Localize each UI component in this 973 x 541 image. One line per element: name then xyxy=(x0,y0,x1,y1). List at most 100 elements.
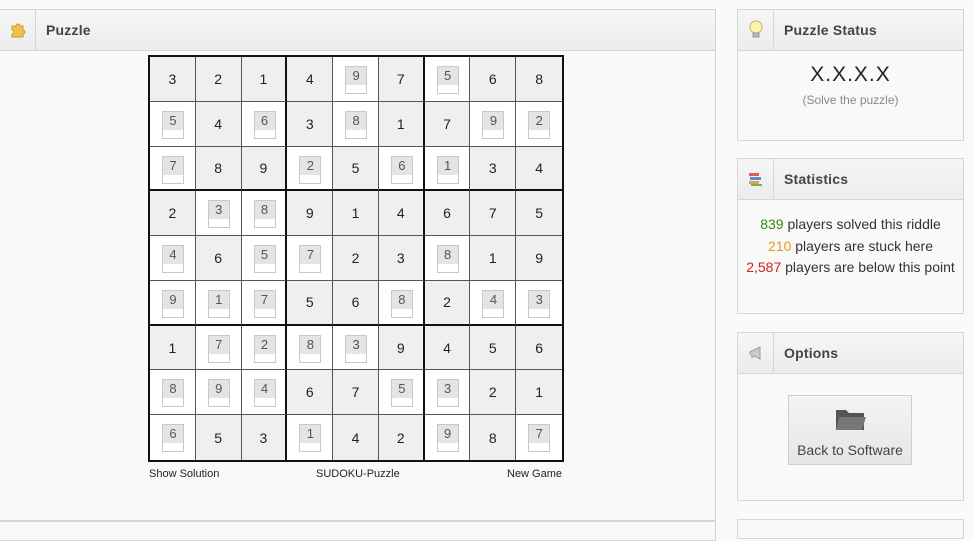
cell-input-box[interactable]: 7 xyxy=(207,334,230,363)
cell-input-box[interactable]: 5 xyxy=(436,66,459,94)
cell-input-box[interactable]: 1 xyxy=(207,289,230,318)
cell-input-box[interactable]: 6 xyxy=(390,155,413,184)
sudoku-cell-input[interactable]: 3 xyxy=(424,370,471,416)
below-count: 2,587 xyxy=(746,259,782,275)
sudoku-cell-given: 6 xyxy=(333,280,379,326)
sudoku-cell-given: 2 xyxy=(150,191,196,237)
puzzle-panel-title: Puzzle xyxy=(46,22,91,38)
cell-input-box[interactable]: 3 xyxy=(436,379,459,408)
sudoku-cell-input[interactable]: 1 xyxy=(424,146,471,192)
sudoku-cell-input[interactable]: 4 xyxy=(241,370,288,416)
sudoku-cell-input[interactable]: 7 xyxy=(195,325,242,371)
cell-input-box[interactable]: 3 xyxy=(207,200,230,229)
sudoku-cell-given: 7 xyxy=(378,57,425,102)
sudoku-cell-input[interactable]: 9 xyxy=(333,57,379,102)
new-game-link[interactable]: New Game xyxy=(507,468,562,480)
sudoku-cell-given: 2 xyxy=(195,57,242,102)
sudoku-cell-input[interactable]: 9 xyxy=(424,415,471,460)
sudoku-cell-input[interactable]: 7 xyxy=(150,146,196,192)
cell-input-box[interactable]: 8 xyxy=(436,245,459,274)
show-solution-link[interactable]: Show Solution xyxy=(149,468,219,480)
cell-input-value: 2 xyxy=(529,111,550,130)
cell-input-value: 1 xyxy=(300,425,321,444)
sudoku-cell-input[interactable]: 7 xyxy=(241,280,288,326)
cell-input-box[interactable]: 6 xyxy=(253,110,276,139)
cell-input-value: 9 xyxy=(483,111,504,130)
cell-input-value: 6 xyxy=(391,156,412,175)
cell-input-box[interactable]: 9 xyxy=(345,66,368,94)
sudoku-cell-input[interactable]: 4 xyxy=(150,236,196,281)
sudoku-cell-input[interactable]: 5 xyxy=(241,236,288,281)
cell-input-box[interactable]: 9 xyxy=(436,424,459,453)
sudoku-cell-input[interactable]: 9 xyxy=(470,101,517,147)
sudoku-cell-given: 6 xyxy=(470,57,517,102)
sudoku-cell-input[interactable]: 8 xyxy=(378,280,425,326)
sudoku-cell-input[interactable]: 9 xyxy=(150,280,196,326)
cell-input-value: 2 xyxy=(254,335,275,354)
sudoku-cell-input[interactable]: 2 xyxy=(241,325,288,371)
back-to-software-button[interactable]: Back to Software xyxy=(788,395,912,465)
sudoku-cell-given: 9 xyxy=(241,146,288,192)
sudoku-cell-given: 5 xyxy=(287,280,334,326)
sudoku-cell-input[interactable]: 5 xyxy=(150,101,196,147)
sudoku-cell-given: 7 xyxy=(424,101,471,147)
sudoku-cell-input[interactable]: 8 xyxy=(333,101,379,147)
cell-input-box[interactable]: 4 xyxy=(482,289,505,318)
sudoku-cell-input[interactable]: 8 xyxy=(424,236,471,281)
sudoku-cell-input[interactable]: 6 xyxy=(241,101,288,147)
cell-input-value: 1 xyxy=(208,290,229,309)
sudoku-cell-input[interactable]: 7 xyxy=(516,415,562,460)
cell-input-box[interactable]: 1 xyxy=(436,155,459,184)
sudoku-cell-input[interactable]: 6 xyxy=(150,415,196,460)
sudoku-cell-input[interactable]: 6 xyxy=(378,146,425,192)
cell-input-box[interactable]: 2 xyxy=(253,334,276,363)
sudoku-cell-input[interactable]: 8 xyxy=(287,325,334,371)
sudoku-cell-input[interactable]: 3 xyxy=(195,191,242,237)
sudoku-cell-input[interactable]: 4 xyxy=(470,280,517,326)
cell-input-box[interactable]: 4 xyxy=(253,379,276,408)
cell-input-box[interactable]: 8 xyxy=(299,334,322,363)
cell-input-box[interactable]: 2 xyxy=(299,155,322,184)
cell-input-value: 7 xyxy=(300,246,321,265)
sudoku-cell-input[interactable]: 2 xyxy=(287,146,334,192)
sudoku-cell-given: 9 xyxy=(287,191,334,237)
cell-input-box[interactable]: 8 xyxy=(162,379,184,408)
cell-input-box[interactable]: 5 xyxy=(253,245,276,274)
cell-input-box[interactable]: 7 xyxy=(253,289,276,318)
sudoku-cell-input[interactable]: 1 xyxy=(195,280,242,326)
sudoku-cell-input[interactable]: 9 xyxy=(195,370,242,416)
cell-input-box[interactable]: 3 xyxy=(528,289,551,318)
sudoku-cell-input[interactable]: 8 xyxy=(241,191,288,237)
cell-input-box[interactable]: 9 xyxy=(162,289,184,318)
cell-input-box[interactable]: 9 xyxy=(207,379,230,408)
sudoku-cell-given: 1 xyxy=(241,57,288,102)
sudoku-cell-input[interactable]: 5 xyxy=(424,57,471,102)
sudoku-cell-input[interactable]: 3 xyxy=(516,280,562,326)
cell-input-box[interactable]: 7 xyxy=(299,245,322,274)
sudoku-cell-input[interactable]: 8 xyxy=(150,370,196,416)
sudoku-cell-given: 4 xyxy=(516,146,562,192)
sudoku-cell-input[interactable]: 3 xyxy=(333,325,379,371)
sudoku-cell-input[interactable]: 1 xyxy=(287,415,334,460)
cell-input-box[interactable]: 2 xyxy=(528,110,551,139)
cell-input-box[interactable]: 8 xyxy=(390,289,413,318)
sudoku-cell-given: 4 xyxy=(378,191,425,237)
sudoku-cell-given: 5 xyxy=(516,191,562,237)
cell-input-box[interactable]: 8 xyxy=(253,200,276,229)
cell-input-box[interactable]: 7 xyxy=(162,155,184,184)
cell-input-box[interactable]: 1 xyxy=(299,424,322,453)
cell-input-box[interactable]: 5 xyxy=(390,379,413,408)
cell-input-box[interactable]: 8 xyxy=(345,110,368,139)
sudoku-cell-given: 8 xyxy=(470,415,517,460)
cell-input-box[interactable]: 6 xyxy=(162,424,184,453)
cell-input-box[interactable]: 3 xyxy=(345,334,368,363)
cell-input-value: 4 xyxy=(254,380,275,399)
sudoku-cell-input[interactable]: 7 xyxy=(287,236,334,281)
cell-input-box[interactable]: 9 xyxy=(482,110,505,139)
sudoku-cell-given: 1 xyxy=(333,191,379,237)
sudoku-cell-input[interactable]: 2 xyxy=(516,101,562,147)
cell-input-box[interactable]: 4 xyxy=(162,245,184,274)
cell-input-box[interactable]: 5 xyxy=(162,110,184,139)
sudoku-cell-input[interactable]: 5 xyxy=(378,370,425,416)
cell-input-box[interactable]: 7 xyxy=(528,424,551,453)
